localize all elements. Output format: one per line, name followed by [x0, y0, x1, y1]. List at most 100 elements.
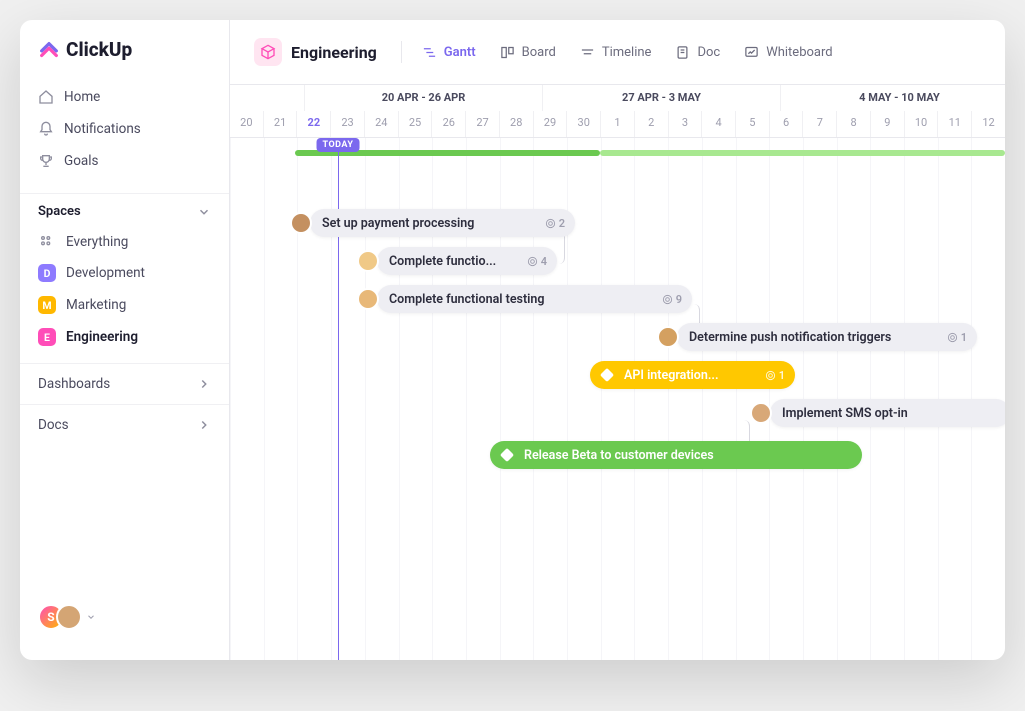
- user-avatars[interactable]: S: [20, 592, 229, 642]
- task-bar[interactable]: Determine push notification triggers 1: [677, 323, 977, 351]
- doc-icon: [675, 45, 690, 60]
- space-development[interactable]: D Development: [20, 257, 229, 289]
- task-bar[interactable]: Release Beta to customer devices: [490, 441, 862, 469]
- divider: [401, 41, 402, 63]
- task-bar[interactable]: Set up payment processing 2: [310, 209, 575, 237]
- task-row[interactable]: Implement SMS opt-in: [750, 398, 1005, 428]
- nav-label: Notifications: [64, 121, 141, 137]
- space-label: Everything: [66, 234, 128, 250]
- collapse-label: Dashboards: [38, 376, 110, 392]
- tab-gantt[interactable]: Gantt: [412, 39, 486, 66]
- day-label: 4: [701, 111, 735, 137]
- avatar: [357, 288, 379, 310]
- spaces-header[interactable]: Spaces: [20, 193, 229, 227]
- week-label: 20 APR - 26 APR: [304, 85, 542, 111]
- milestone-icon: [500, 448, 514, 462]
- avatar: [357, 250, 379, 272]
- progress-remaining: [600, 150, 1005, 156]
- brand-name: ClickUp: [66, 38, 132, 61]
- avatar: [750, 402, 772, 424]
- day-label: 27: [465, 111, 499, 137]
- nav-docs[interactable]: Docs: [20, 404, 229, 445]
- logo[interactable]: ClickUp: [20, 38, 229, 75]
- task-label: API integration...: [624, 368, 719, 383]
- nav-label: Home: [64, 89, 100, 105]
- avatar: [657, 326, 679, 348]
- task-row[interactable]: Complete functional testing 9: [357, 284, 692, 314]
- tab-label: Board: [522, 45, 556, 60]
- task-bar[interactable]: Complete functional testing 9: [377, 285, 692, 313]
- collapse-label: Docs: [38, 417, 69, 433]
- chevron-down-icon: [86, 612, 96, 622]
- subtask-count: 1: [765, 369, 785, 382]
- tab-label: Doc: [697, 45, 720, 60]
- subtask-icon: [765, 370, 776, 381]
- space-badge: M: [38, 296, 56, 314]
- task-bar[interactable]: Complete functio... 4: [377, 247, 557, 275]
- space-label: Marketing: [66, 297, 126, 313]
- nav-goals[interactable]: Goals: [28, 145, 221, 177]
- tab-label: Timeline: [602, 45, 652, 60]
- board-icon: [500, 45, 515, 60]
- gantt-body[interactable]: TODAY Set up payment processing 2 Comple…: [230, 138, 1005, 660]
- day-label: 5: [735, 111, 769, 137]
- tab-whiteboard[interactable]: Whiteboard: [734, 39, 842, 66]
- task-label: Release Beta to customer devices: [524, 448, 714, 463]
- space-label: Development: [66, 265, 145, 281]
- task-row[interactable]: API integration... 1: [590, 360, 795, 390]
- task-row[interactable]: Complete functio... 4: [357, 246, 557, 276]
- week-label: 4 MAY - 10 MAY: [780, 85, 1005, 111]
- day-label: 20: [230, 111, 263, 137]
- task-row[interactable]: Release Beta to customer devices: [490, 440, 862, 470]
- subtask-count: 4: [527, 255, 547, 268]
- today-badge: TODAY: [317, 138, 360, 152]
- week-label: 27 APR - 3 MAY: [542, 85, 780, 111]
- task-label: Complete functional testing: [389, 292, 545, 307]
- chevron-right-icon: [197, 377, 211, 391]
- space-marketing[interactable]: M Marketing: [20, 289, 229, 321]
- day-label: 2: [634, 111, 668, 137]
- subtask-icon: [545, 218, 556, 229]
- cube-icon: [254, 38, 282, 66]
- nav-notifications[interactable]: Notifications: [28, 113, 221, 145]
- tab-doc[interactable]: Doc: [665, 39, 730, 66]
- day-label: 26: [431, 111, 465, 137]
- gantt-icon: [422, 45, 437, 60]
- chevron-down-icon: [197, 205, 211, 219]
- day-label: 30: [566, 111, 600, 137]
- day-label: 1: [600, 111, 634, 137]
- subtask-icon: [947, 332, 958, 343]
- day-label: 9: [870, 111, 904, 137]
- toolbar: Engineering Gantt Board Timeline Doc W: [230, 20, 1005, 85]
- task-label: Implement SMS opt-in: [782, 406, 908, 421]
- day-label: 12: [971, 111, 1005, 137]
- avatar: [56, 604, 82, 630]
- task-row[interactable]: Determine push notification triggers 1: [657, 322, 977, 352]
- tab-board[interactable]: Board: [490, 39, 566, 66]
- timeline-header: 20 APR - 26 APR27 APR - 3 MAY4 MAY - 10 …: [230, 85, 1005, 138]
- nav-home[interactable]: Home: [28, 81, 221, 113]
- day-label: 11: [937, 111, 971, 137]
- space-everything[interactable]: Everything: [20, 227, 229, 257]
- space-title[interactable]: Engineering: [250, 34, 391, 70]
- day-label: 28: [499, 111, 533, 137]
- nav-dashboards[interactable]: Dashboards: [20, 363, 229, 404]
- trophy-icon: [38, 153, 54, 169]
- chevron-right-icon: [197, 418, 211, 432]
- day-label: 6: [769, 111, 803, 137]
- subtask-icon: [662, 294, 673, 305]
- whiteboard-icon: [744, 45, 759, 60]
- space-engineering[interactable]: E Engineering: [20, 321, 229, 353]
- tab-label: Whiteboard: [766, 45, 832, 60]
- task-bar[interactable]: Implement SMS opt-in: [770, 399, 1005, 427]
- day-label: 29: [533, 111, 567, 137]
- task-row[interactable]: Set up payment processing 2: [290, 208, 575, 238]
- day-label: 24: [364, 111, 398, 137]
- tab-timeline[interactable]: Timeline: [570, 39, 662, 66]
- spaces-title: Spaces: [38, 204, 81, 219]
- sidebar: ClickUp Home Notifications Goals Spaces …: [20, 20, 230, 660]
- tab-label: Gantt: [444, 45, 476, 60]
- day-label: 25: [398, 111, 432, 137]
- task-bar[interactable]: API integration... 1: [590, 361, 795, 389]
- nav-label: Goals: [64, 153, 99, 169]
